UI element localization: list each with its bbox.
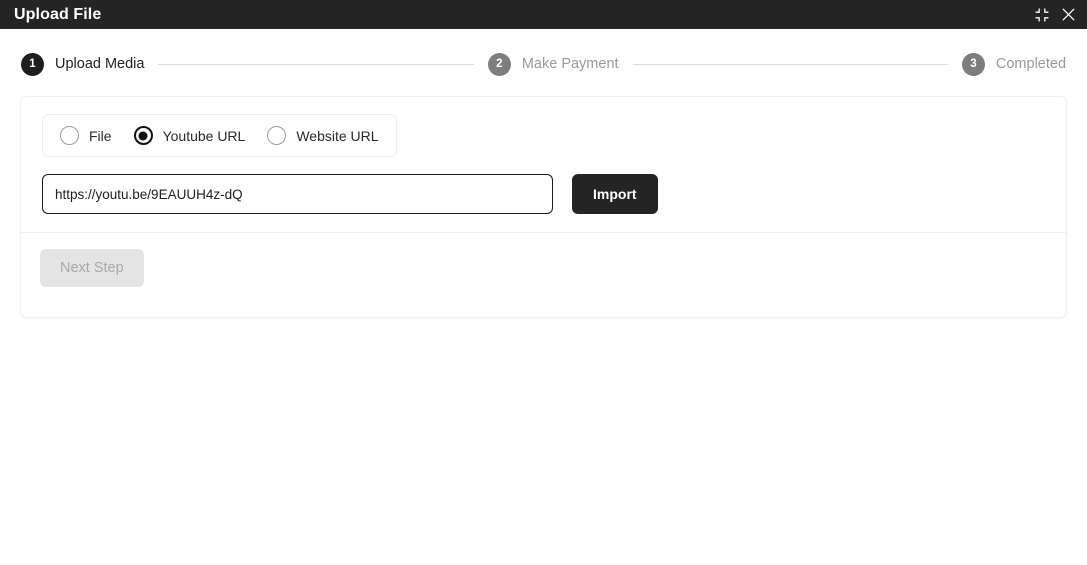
radio-option-website-url[interactable]: Website URL (267, 126, 379, 145)
window-title: Upload File (14, 5, 102, 23)
step-connector (158, 63, 474, 65)
radio-label: File (89, 127, 112, 144)
radio-label: Youtube URL (162, 127, 246, 144)
radio-circle-icon (60, 126, 79, 145)
radio-option-file[interactable]: File (60, 126, 112, 145)
next-step-button[interactable]: Next Step (40, 249, 144, 287)
radio-circle-icon (133, 126, 153, 145)
radio-option-youtube-url[interactable]: Youtube URL (133, 126, 246, 145)
collapse-arrows-icon[interactable] (1031, 4, 1053, 26)
window-titlebar: Upload File (0, 0, 1087, 29)
progress-stepper: 1 Upload Media 2 Make Payment 3 Complete… (0, 42, 1087, 86)
window-controls (1031, 4, 1079, 26)
step-make-payment[interactable]: 2 Make Payment (487, 52, 619, 76)
card-top-section: File Youtube URL Website URL Import (21, 97, 1066, 232)
step-connector (632, 63, 948, 65)
close-icon[interactable] (1057, 4, 1079, 26)
step-number-badge: 3 (961, 52, 985, 76)
source-type-radio-group: File Youtube URL Website URL (42, 114, 397, 157)
radio-label: Website URL (296, 127, 379, 144)
step-number-badge: 1 (21, 52, 44, 76)
upload-media-card: File Youtube URL Website URL Import Next… (20, 96, 1067, 318)
card-bottom-section: Next Step (21, 233, 1066, 317)
url-input-row: Import (42, 174, 1047, 214)
step-completed[interactable]: 3 Completed (961, 52, 1067, 76)
youtube-url-input[interactable] (42, 174, 553, 214)
step-upload-media[interactable]: 1 Upload Media (21, 52, 145, 76)
step-label: Make Payment (521, 55, 619, 72)
radio-circle-icon (267, 126, 287, 145)
step-label: Upload Media (55, 55, 145, 72)
import-button[interactable]: Import (572, 174, 658, 214)
step-label: Completed (995, 55, 1067, 72)
step-number-badge: 2 (487, 52, 511, 76)
